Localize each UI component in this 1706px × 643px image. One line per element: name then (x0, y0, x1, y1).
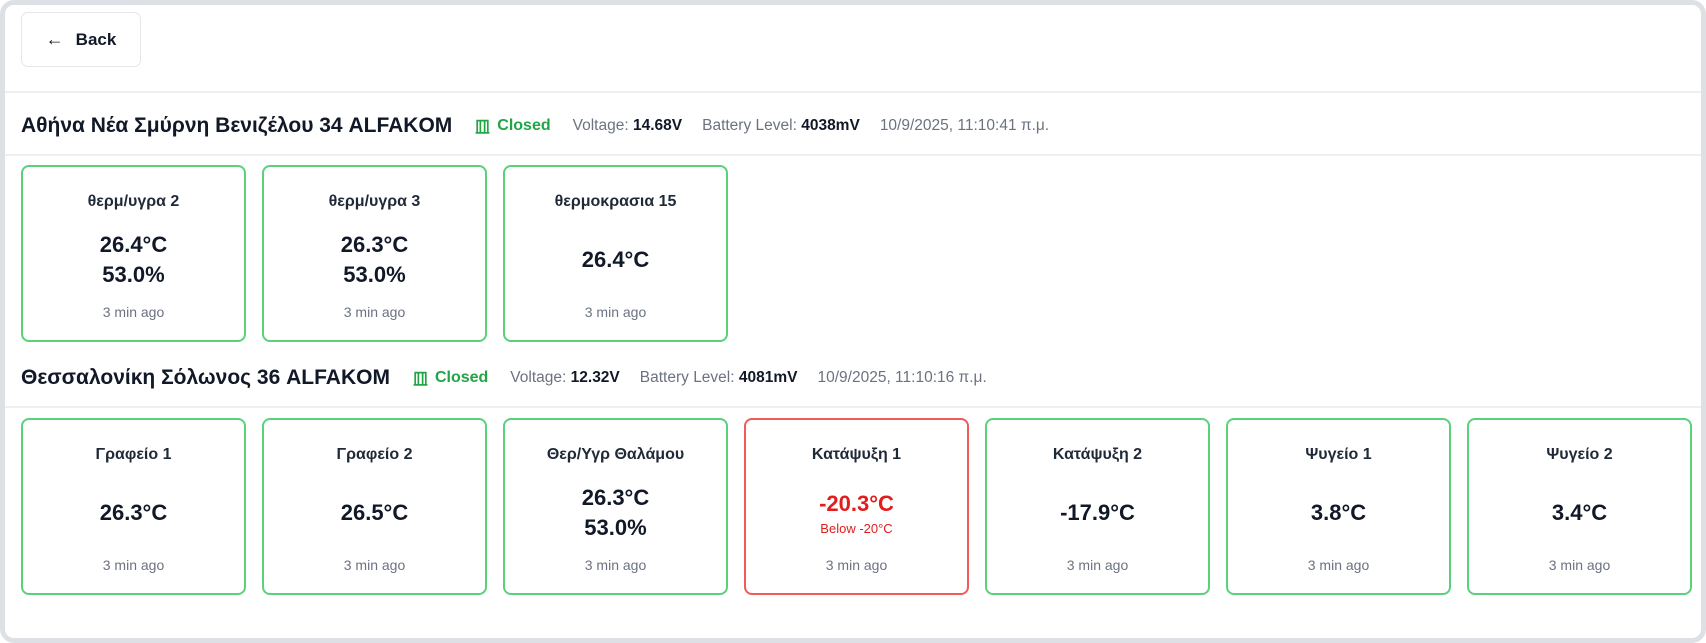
sensor-name: Θερ/Υγρ Θαλάμου (546, 446, 685, 463)
sensor-card[interactable]: θερμοκρασια 15 26.4°C 3 min ago (503, 165, 728, 342)
sensor-temperature: 26.3°C (340, 231, 409, 257)
sensor-temperature: -20.3°C (819, 491, 894, 516)
location-section-athens: Αθήνα Νέα Σμύρνη Βενιζέλου 34 ALFAKOM Cl… (5, 98, 1701, 156)
sensor-card[interactable]: Θερ/Υγρ Θαλάμου 26.3°C 53.0% 3 min ago (503, 418, 728, 595)
sensor-last-seen: 3 min ago (1066, 557, 1129, 573)
sensor-humidity: 53.0% (102, 261, 165, 287)
sensor-last-seen: 3 min ago (825, 557, 888, 573)
dashboard-window: ← Back Αθήνα Νέα Σμύρνη Βενιζέλου 34 ALF… (0, 0, 1706, 643)
door-icon (413, 371, 428, 386)
sensor-last-seen: 3 min ago (343, 304, 406, 320)
sensor-name: Γραφείο 2 (336, 446, 413, 463)
last-update-timestamp: 10/9/2025, 11:10:16 π.μ. (817, 369, 987, 386)
sensor-temperature: 26.3°C (581, 484, 650, 510)
voltage-reading: Voltage: 12.32V (510, 369, 620, 386)
battery-reading: Battery Level: 4081mV (639, 369, 798, 386)
battery-reading: Battery Level: 4038mV (702, 117, 860, 134)
sensor-humidity: 53.0% (584, 514, 647, 540)
sensor-card[interactable]: θερμ/υγρα 3 26.3°C 53.0% 3 min ago (262, 165, 487, 342)
location-header: Θεσσαλονίκη Σόλωνος 36 ALFAKOM Closed Vo… (5, 350, 1701, 408)
door-status-badge: Closed (412, 369, 488, 387)
sensor-last-seen: 3 min ago (343, 557, 406, 573)
sensor-last-seen: 3 min ago (1548, 557, 1611, 573)
voltage-reading: Voltage: 14.68V (572, 117, 683, 134)
door-status-label: Closed (434, 369, 489, 386)
sensor-humidity: 53.0% (343, 261, 406, 287)
location-header: Αθήνα Νέα Σμύρνη Βενιζέλου 34 ALFAKOM Cl… (5, 98, 1701, 156)
sensor-last-seen: 3 min ago (584, 304, 647, 320)
sensor-name: θερμ/υγρα 3 (328, 193, 421, 210)
battery-value: 4038mV (801, 117, 860, 134)
sensor-last-seen: 3 min ago (102, 304, 165, 320)
sensor-temperature: 3.8°C (1310, 499, 1367, 525)
sensor-card[interactable]: Κατάψυξη 2 -17.9°C 3 min ago (985, 418, 1210, 595)
sensor-cards-thessaloniki: Γραφείο 1 26.3°C 3 min ago Γραφείο 2 26.… (21, 418, 1692, 595)
sensor-card[interactable]: θερμ/υγρα 2 26.4°C 53.0% 3 min ago (21, 165, 246, 342)
back-button[interactable]: ← Back (21, 12, 141, 67)
location-title: Αθήνα Νέα Σμύρνη Βενιζέλου 34 ALFAKOM (21, 114, 453, 137)
battery-value: 4081mV (738, 369, 798, 386)
sensor-name: Κατάψυξη 2 (1052, 446, 1143, 463)
location-section-thessaloniki: Θεσσαλονίκη Σόλωνος 36 ALFAKOM Closed Vo… (5, 350, 1701, 408)
sensor-alert-message: Below -20°C (820, 521, 893, 536)
sensor-temperature: 3.4°C (1551, 499, 1608, 525)
sensor-temperature: 26.5°C (340, 499, 409, 525)
sensor-last-seen: 3 min ago (584, 557, 647, 573)
sensor-name: θερμοκρασια 15 (554, 193, 677, 210)
door-status-label: Closed (497, 117, 551, 134)
voltage-value: 12.32V (570, 369, 620, 386)
sensor-card[interactable]: Γραφείο 2 26.5°C 3 min ago (262, 418, 487, 595)
sensor-temperature: 26.4°C (581, 246, 650, 272)
last-update-timestamp: 10/9/2025, 11:10:41 π.μ. (879, 117, 1050, 134)
voltage-value: 14.68V (632, 117, 683, 134)
top-bar: ← Back (5, 5, 1701, 93)
sensor-temperature: 26.3°C (99, 499, 168, 525)
sensor-cards-athens: θερμ/υγρα 2 26.4°C 53.0% 3 min ago θερμ/… (21, 165, 728, 342)
sensor-temperature: 26.4°C (99, 231, 168, 257)
door-status-badge: Closed (474, 117, 551, 135)
sensor-card[interactable]: Ψυγείο 2 3.4°C 3 min ago (1467, 418, 1692, 595)
sensor-name: θερμ/υγρα 2 (87, 193, 180, 210)
back-button-label: Back (75, 29, 117, 49)
sensor-card[interactable]: Γραφείο 1 26.3°C 3 min ago (21, 418, 246, 595)
sensor-card-alarm[interactable]: Κατάψυξη 1 -20.3°C Below -20°C 3 min ago (744, 418, 969, 595)
door-icon (475, 119, 490, 134)
sensor-name: Γραφείο 1 (95, 446, 172, 463)
sensor-name: Ψυγείο 2 (1546, 446, 1613, 463)
sensor-last-seen: 3 min ago (102, 557, 165, 573)
sensor-name: Κατάψυξη 1 (811, 446, 902, 463)
location-title: Θεσσαλονίκη Σόλωνος 36 ALFAKOM (21, 366, 390, 389)
sensor-card[interactable]: Ψυγείο 1 3.8°C 3 min ago (1226, 418, 1451, 595)
sensor-last-seen: 3 min ago (1307, 557, 1370, 573)
arrow-left-icon: ← (45, 29, 64, 49)
sensor-name: Ψυγείο 1 (1305, 446, 1372, 463)
sensor-temperature: -17.9°C (1060, 499, 1135, 525)
